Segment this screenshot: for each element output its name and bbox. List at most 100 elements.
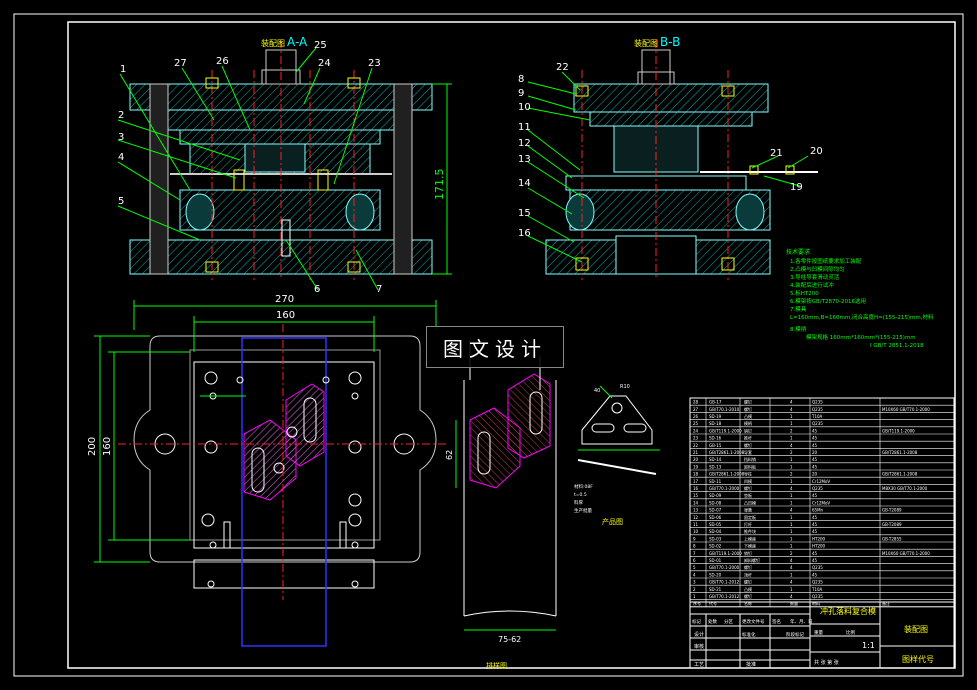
- product-label: 产品图: [602, 517, 623, 526]
- bom-cell-qty: 4: [790, 486, 793, 491]
- bom-cell-qty: 1: [790, 479, 793, 484]
- balloon-3: 3: [118, 132, 124, 143]
- bom-cell-no: 11: [693, 522, 699, 527]
- bom-cell-mat: 20: [812, 450, 818, 455]
- bom-cell-name: 导柱: [744, 471, 752, 477]
- bom-cell-code: SD-20: [709, 572, 722, 577]
- strip-layout: [455, 340, 557, 631]
- sign: 签名: [772, 618, 781, 625]
- bom-cell-name: 上模座: [744, 535, 756, 541]
- small-note-2: t=0.5: [574, 492, 587, 498]
- balloon-13: 13: [518, 154, 531, 165]
- bom-cell-no: 13: [693, 508, 699, 513]
- balloon-2: 2: [118, 110, 124, 121]
- bom-cell-qty: 4: [790, 558, 793, 563]
- marks: 标记: [692, 618, 701, 625]
- bom-cell-qty: 1: [790, 544, 793, 549]
- bom-cell-no: 1: [693, 594, 696, 599]
- bom-header-name: 名称: [744, 600, 752, 606]
- bom-cell-no: 27: [693, 407, 699, 412]
- dim-height-inner: 160: [102, 437, 113, 456]
- balloon-7: 7: [376, 284, 382, 295]
- bom-cell-qty: 1: [790, 522, 793, 527]
- bom-cell-code: SD-19: [709, 414, 722, 419]
- bom-cell-name: 螺钉: [744, 593, 752, 599]
- view-bb-title: B-B: [660, 35, 680, 49]
- row-check: 审核: [694, 643, 704, 650]
- bom-cell-no: 24: [693, 428, 699, 433]
- bom-cell-name: 弹簧: [744, 507, 752, 513]
- tech-notes-heading: 技术要求: [786, 248, 810, 256]
- tech-note-5: 5.标HT200: [790, 289, 819, 297]
- bom-cell-mat: 45: [812, 558, 818, 563]
- bom-cell-qty: 2: [790, 428, 793, 433]
- bom-cell-no: 25: [693, 421, 699, 426]
- balloon-9: 9: [518, 88, 524, 99]
- bom-cell-code: SD-09: [709, 493, 722, 498]
- bom-cell-name: 螺钉: [744, 485, 752, 491]
- bom-cell-code: GB/T70.1-2012: [709, 594, 740, 599]
- bom-cell-no: 16: [693, 486, 699, 491]
- bom-cell-mat: 45: [812, 493, 818, 498]
- bom-cell-no: 5: [693, 565, 696, 570]
- balloon-6: 6: [314, 284, 320, 295]
- balloon-4: 4: [118, 152, 124, 163]
- bom-cell-mat: Q235: [812, 565, 823, 570]
- bom-cell-mat: 45: [812, 515, 818, 520]
- tech-note-2: 2.凸模与凹模间隙均匀: [790, 265, 845, 273]
- bom-cell-code: SD-13: [709, 464, 722, 469]
- small-notes: 材料:08F t=0.5 料厚 生产批量: [574, 483, 593, 514]
- bom-cell-code: SD-03: [709, 536, 722, 541]
- bom-cell-note: GB/T119.1-2000: [882, 428, 915, 433]
- bom-cell-name: 销钉: [744, 427, 752, 433]
- bom-cell-no: 2: [693, 587, 696, 592]
- drawing-type: 装配图: [904, 624, 928, 634]
- small-note-1: 材料:08F: [574, 483, 593, 490]
- bom-cell-code: SD-02: [709, 544, 722, 549]
- bom-cell-qty: 1: [790, 500, 793, 505]
- bom-cell-mat: Q235: [812, 421, 823, 426]
- zone: 分区: [724, 618, 733, 625]
- tech-notes: 技术要求 1.各零件按图纸要求加工装配 2.凸模与凹模间隙均匀 3.导柱导套滑动…: [786, 248, 934, 349]
- bom-cell-no: 22: [693, 443, 699, 448]
- bom-cell-note: GB/T2861.1-2008: [882, 472, 918, 477]
- balloon-15: 15: [518, 208, 531, 219]
- cad-drawing-canvas: 装配图 A-A 171.5 装配图 B-B 1 2 3 4 5 27 26 25…: [0, 0, 977, 690]
- bom-cell-name: 凸模: [744, 586, 752, 592]
- bom-cell-note: GB-T2089: [882, 522, 902, 527]
- view-bb-prefix: 装配图: [634, 38, 658, 48]
- bom-cell-mat: 45: [812, 428, 818, 433]
- bom-cell-name: 螺钉: [744, 564, 752, 570]
- bom-cell-no: 6: [693, 558, 696, 563]
- bom-cell-mat: Q235: [812, 407, 823, 412]
- plan-view: [118, 324, 448, 647]
- bom-cell-qty: 1: [790, 414, 793, 419]
- bom-cell-code: GB/T119.1-2000: [709, 551, 742, 556]
- bom-cell-no: 26: [693, 414, 699, 419]
- dim-height-total: 200: [87, 437, 98, 456]
- bom-cell-name: 凹模: [744, 478, 752, 484]
- bom-cell-mat: Cr12MoV: [812, 500, 830, 505]
- bom-cell-no: 23: [693, 436, 699, 441]
- balloon-10: 10: [518, 102, 531, 113]
- view-aa-section: [129, 40, 433, 280]
- balloon-19: 19: [790, 182, 803, 193]
- bom-cell-name: 螺钉: [744, 442, 752, 448]
- bom-cell-mat: Q235: [812, 486, 823, 491]
- bom-cell-no: 20: [693, 457, 699, 462]
- bom-cell-note: M10X60 GB/T70.1-2000: [882, 551, 930, 556]
- bom-cell-name: 凸模: [744, 413, 752, 419]
- bom-cell-mat: Q235: [812, 400, 823, 405]
- bom-cell-qty: 2: [790, 472, 793, 477]
- bom-cell-qty: 2: [790, 450, 793, 455]
- bom-cell-mat: T10A: [811, 587, 823, 592]
- tech-note-6: 6.模架按GB/T2870-2016选用: [790, 297, 866, 305]
- bom-cell-qty: 4: [790, 407, 793, 412]
- bom-cell-mat: 45: [812, 551, 818, 556]
- balloon-5: 5: [118, 196, 124, 207]
- bom-cell-name: 导套: [744, 449, 752, 455]
- bom-cell-no: 3: [693, 580, 696, 585]
- bom-cell-name: 下模座: [744, 543, 756, 549]
- bom-cell-qty: 2: [790, 551, 793, 556]
- bom-cell-code: SD-07: [709, 508, 722, 513]
